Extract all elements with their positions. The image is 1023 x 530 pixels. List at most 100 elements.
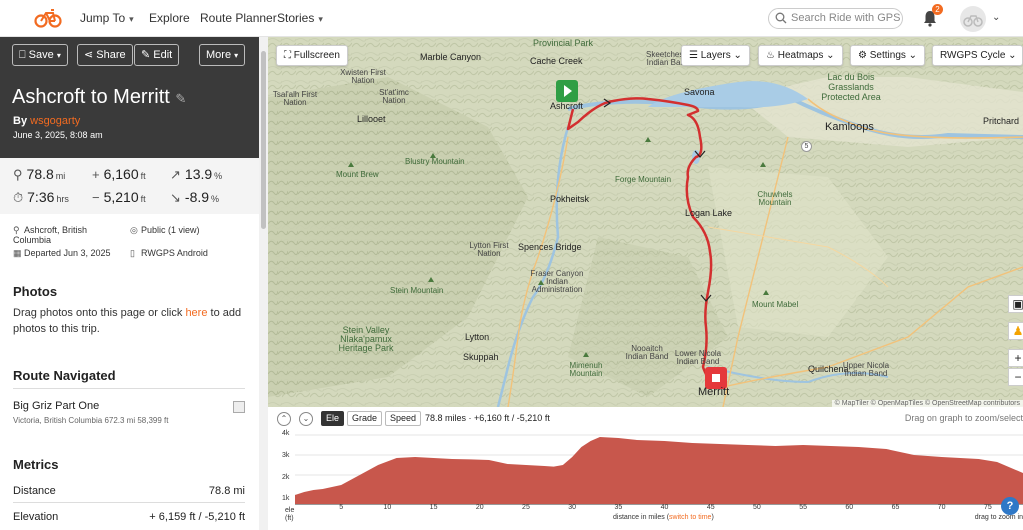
help-icon[interactable]: ? [1001, 497, 1019, 515]
avatar[interactable] [960, 6, 986, 32]
x-tick-label: 25 [522, 504, 530, 511]
globe-icon: ◎ [130, 225, 138, 235]
nav-stories-label: Stories [277, 11, 315, 25]
map-view[interactable]: Provincial Park Cache Creek Skeetchestn … [268, 37, 1023, 407]
map-label: Ashcroft [550, 101, 584, 111]
expand-down-icon[interactable]: ⌄ [299, 412, 313, 426]
minus-icon: − [92, 190, 100, 205]
map-label: Mount Brew [336, 170, 379, 179]
x-axis-label: distance in miles (switch to time) [613, 514, 714, 521]
elevation-area[interactable] [295, 437, 1023, 505]
more-button[interactable]: More ▾ [199, 44, 246, 66]
search-input[interactable]: Search Ride with GPS [768, 8, 903, 29]
x-tick-label: 55 [799, 504, 808, 511]
settings-button[interactable]: ⚙ Settings ⌄ [850, 45, 926, 66]
map-label: Provincial Park [533, 38, 594, 48]
map-label: Lytton [465, 332, 490, 342]
metrics-heading: Metrics [13, 457, 59, 472]
map-label: Spences Bridge [518, 242, 582, 252]
heatmaps-button[interactable]: ♨ Heatmaps ⌄ [758, 45, 843, 66]
chevron-down-icon: ▾ [234, 51, 239, 60]
edit-title-pencil-icon[interactable]: ✎ [175, 91, 186, 106]
tab-speed[interactable]: Speed [385, 411, 422, 426]
chevron-down-icon[interactable]: ⌄ [992, 12, 1000, 23]
street-view-icon[interactable]: ▣ [1008, 295, 1023, 313]
basemap-select[interactable]: RWGPS Cycle ⌄ [932, 45, 1023, 66]
zoom-hint: drag to zoom in [974, 514, 1023, 521]
rwgps-logo-icon[interactable] [34, 7, 62, 29]
switch-to-time-link[interactable]: switch to time [669, 514, 711, 521]
nav-stories[interactable]: Stories ▾ [277, 11, 323, 25]
notification-badge: 2 [932, 4, 943, 15]
stat-moving-time: ⏱ 7:36 hrs [13, 189, 69, 206]
collapse-up-icon[interactable]: ⌃ [277, 412, 291, 426]
meta-location: ⚲ Ashcroft, British Columbia [13, 225, 123, 245]
tab-grade[interactable]: Grade [347, 411, 383, 426]
flame-icon: ♨ [766, 50, 775, 61]
map-label: Forge Mountain [615, 175, 672, 184]
map-label: Lillooet [357, 114, 386, 124]
share-button[interactable]: ⋖ Share [77, 44, 133, 66]
add-photos-link[interactable]: here [185, 307, 207, 319]
meta-visibility-text: Public (1 view) [141, 225, 200, 235]
edit-button[interactable]: ✎ Edit [134, 44, 180, 66]
top-nav: Jump To ▾ Explore Route Planner Stories ▾ … [0, 0, 1023, 37]
x-tick-label: 10 [383, 504, 392, 511]
start-marker-icon[interactable] [556, 80, 578, 102]
stat-elev-loss: −5,210 ft [92, 189, 146, 205]
map-label: Pritchard [983, 116, 1020, 126]
arrow-down-right-icon: ↘ [170, 190, 181, 205]
fullscreen-button[interactable]: ⛶ Fullscreen [276, 45, 348, 66]
x-tick-label: 35 [614, 504, 623, 511]
map-label: Merritt [698, 386, 730, 398]
stat-distance-value: 78.8 [26, 166, 54, 182]
map-label: Cache Creek [530, 56, 583, 66]
ride-date: June 3, 2025, 8:08 am [13, 130, 103, 140]
stat-distance-unit: mi [55, 171, 66, 181]
stat-min-grade-value: -8.9 [184, 189, 210, 205]
map-label: Pokheitsk [550, 194, 590, 204]
layers-button[interactable]: ☰ Layers ⌄ [681, 45, 750, 66]
map-label: Skuppah [463, 352, 499, 362]
zoom-in-button[interactable]: + [1008, 349, 1023, 367]
stat-moving-time-value: 7:36 [27, 189, 55, 205]
nav-jump-to[interactable]: Jump To ▾ [80, 11, 134, 25]
metric-label: Elevation [13, 511, 59, 523]
zoom-out-button[interactable]: − [1008, 368, 1023, 386]
map-label: Savona [684, 87, 715, 97]
x-tick-label: 60 [845, 504, 854, 511]
user-avatar-icon [963, 15, 983, 27]
route-navigated-link[interactable]: Big Griz Part One [13, 400, 99, 412]
elevation-chart[interactable] [295, 431, 1023, 505]
chevron-down-icon: ⌄ [908, 50, 918, 61]
chevron-down-icon: ⌄ [826, 50, 835, 61]
save-button[interactable]: ⎕ Save ▾ [12, 44, 68, 66]
chevron-down-icon: ⌄ [1008, 50, 1017, 61]
ride-sidebar: ⎕ Save ▾ ⋖ Share ✎ Edit More ▾ Ashcroft … [0, 37, 268, 530]
metric-label: Distance [13, 485, 56, 497]
sidebar-scroll-thumb[interactable] [261, 51, 266, 229]
bookmark-icon: ⎕ [19, 49, 26, 61]
nav-route-planner[interactable]: Route Planner [200, 11, 277, 25]
map-label: Tsal'alh First Nation [272, 90, 318, 107]
pegman-icon[interactable]: ♟ [1008, 322, 1023, 340]
save-label: Save [28, 49, 54, 61]
more-label: More [206, 49, 232, 61]
elevation-summary: 78.8 miles · +6,160 ft / -5,210 ft [425, 413, 550, 423]
y-tick-label: 1k [282, 495, 290, 502]
divider [13, 502, 245, 503]
map-label: Kamloops [825, 121, 874, 133]
route-thumbnail-image[interactable] [233, 401, 245, 413]
stat-min-grade-unit: % [211, 194, 220, 204]
layers-icon: ☰ [689, 50, 698, 61]
y-tick-label: 2k [282, 474, 290, 481]
chevron-down-icon: ▾ [56, 51, 61, 60]
stat-elev-loss-unit: ft [140, 194, 146, 204]
author-link[interactable]: wsgogarty [30, 115, 80, 127]
heatmaps-label: Heatmaps [777, 50, 824, 61]
tab-ele[interactable]: Ele [321, 411, 345, 426]
stopwatch-icon: ⏱ [13, 190, 24, 205]
meta-location-text: Ashcroft, British Columbia [13, 225, 88, 245]
nav-explore[interactable]: Explore [149, 11, 190, 25]
metric-row-distance: Distance 78.8 mi [13, 485, 245, 497]
